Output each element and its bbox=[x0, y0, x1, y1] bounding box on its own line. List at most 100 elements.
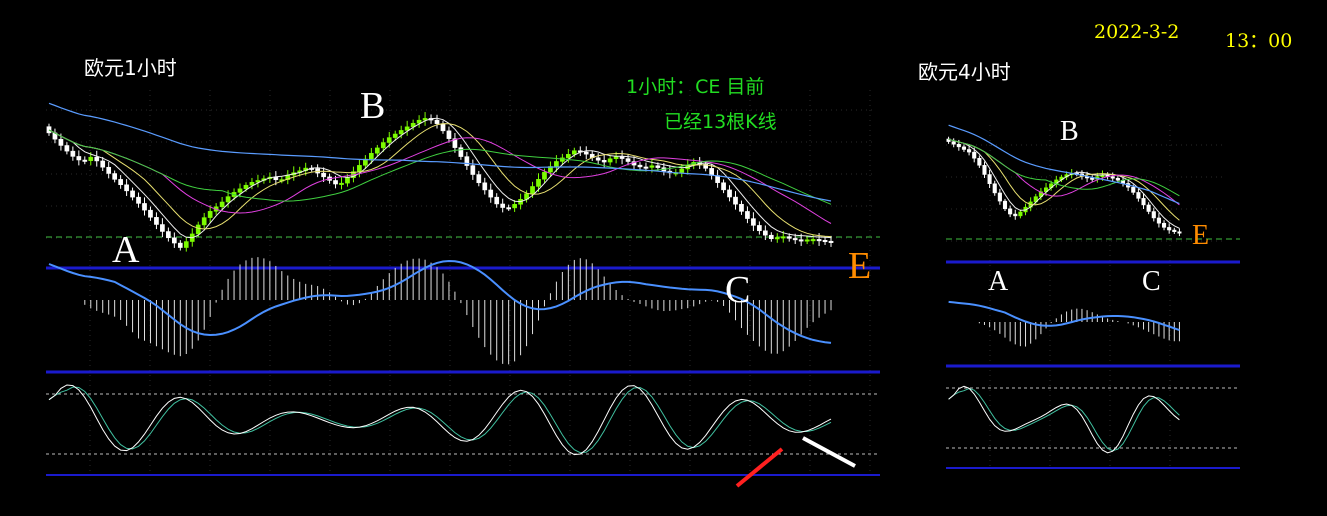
h1-candle-body bbox=[237, 188, 243, 193]
h1-candle-body bbox=[792, 238, 798, 241]
h1-kdj-panel bbox=[48, 384, 832, 456]
h1-candle-body bbox=[751, 218, 756, 226]
up-arrow-red bbox=[735, 447, 784, 488]
h1-candle-body bbox=[225, 196, 231, 203]
h1-candle-body bbox=[583, 151, 589, 155]
h1-candle-body bbox=[201, 217, 207, 226]
h1-candle-body bbox=[219, 201, 225, 207]
h1-macd-line bbox=[48, 259, 832, 344]
h1-candle-body bbox=[446, 130, 452, 139]
h4-candle-body bbox=[1151, 211, 1156, 219]
h1-candle-body bbox=[374, 147, 380, 154]
h1-candle-body bbox=[58, 138, 64, 146]
h1-candle-body bbox=[177, 242, 183, 248]
h4-candle-body bbox=[1008, 208, 1013, 215]
h4-candle-body bbox=[951, 141, 956, 145]
h1-candle-body bbox=[70, 150, 76, 157]
h1-ma-line bbox=[48, 129, 832, 205]
h1-candle-body bbox=[512, 204, 517, 209]
h1-candle-body bbox=[464, 156, 470, 166]
h1-candle-body bbox=[530, 186, 535, 194]
h1-candle-body bbox=[76, 156, 82, 161]
h1-candle-body bbox=[571, 150, 577, 155]
h4-candle-body bbox=[1115, 178, 1120, 181]
h4-candle-body bbox=[1136, 192, 1141, 199]
h1-candle-body bbox=[160, 224, 165, 232]
h1-candle-body bbox=[816, 239, 822, 242]
h4-point-A: A bbox=[988, 266, 1009, 297]
h1-candle-body bbox=[768, 234, 774, 240]
h1-candle-body bbox=[82, 159, 88, 162]
h1-candle-body bbox=[88, 156, 94, 161]
h4-kdj-panel bbox=[948, 385, 1180, 454]
h1-candle-body bbox=[500, 203, 506, 208]
h1-point-B: B bbox=[360, 85, 386, 127]
h4-candle-body bbox=[1013, 213, 1018, 217]
h4-candle-body bbox=[956, 143, 961, 148]
h1-kdj-line bbox=[48, 386, 832, 454]
h4-candle-body bbox=[977, 157, 982, 166]
h4-ma-line bbox=[948, 138, 1180, 229]
h1-candle-body bbox=[470, 165, 476, 175]
h4-chart-title: 欧元4小时 bbox=[918, 60, 1011, 84]
h4-candle-body bbox=[961, 146, 967, 150]
h1-candle-body bbox=[345, 177, 350, 184]
note-line-1: 1小时：CE 目前 bbox=[626, 76, 765, 98]
h1-candle-body bbox=[613, 156, 619, 160]
h1-candle-body bbox=[536, 179, 541, 187]
h1-candle-body bbox=[739, 203, 744, 212]
h1-candle-body bbox=[154, 217, 159, 225]
h1-candle-body bbox=[566, 154, 571, 159]
h1-ma-line bbox=[48, 129, 832, 224]
h1-candle-body bbox=[183, 241, 189, 248]
h1-candle-body bbox=[494, 196, 500, 205]
h1-candle-body bbox=[828, 240, 834, 243]
date-label: 2022-3-2 bbox=[1094, 21, 1180, 43]
h1-candle-body bbox=[798, 239, 804, 242]
h4-candle-body bbox=[1002, 200, 1008, 210]
time-label: 13：00 bbox=[1225, 30, 1293, 52]
h1-ma-line bbox=[48, 123, 832, 238]
h1-candle-body bbox=[780, 236, 786, 239]
h1-candle-body bbox=[595, 157, 601, 161]
down-arrow-white bbox=[802, 436, 856, 468]
h1-candle-body bbox=[458, 147, 464, 157]
h1-candle-body bbox=[148, 209, 153, 218]
h1-candle-body bbox=[142, 203, 147, 211]
h1-candle-body bbox=[757, 225, 762, 232]
h1-candle-body bbox=[619, 156, 625, 159]
h1-candle-body bbox=[482, 182, 488, 191]
h4-point-E: E bbox=[1192, 220, 1210, 251]
h1-candle-body bbox=[112, 173, 117, 180]
h4-candle-body bbox=[1167, 227, 1172, 231]
h4-candle-body bbox=[1172, 229, 1177, 232]
h4-candle-body bbox=[1146, 204, 1151, 212]
h1-candle-body bbox=[774, 237, 780, 240]
h1-candle-body bbox=[321, 172, 326, 178]
h1-candle-body bbox=[273, 176, 279, 181]
trend-arrows bbox=[735, 436, 856, 488]
h1-candle-body bbox=[207, 211, 213, 218]
h1-candle-body bbox=[94, 156, 100, 162]
h4-candle-body bbox=[972, 151, 977, 159]
h1-point-C: C bbox=[725, 269, 751, 311]
h4-candle-body bbox=[982, 165, 987, 175]
h1-candle-body bbox=[243, 184, 249, 190]
h1-candle-body bbox=[136, 196, 141, 204]
h1-candle-body bbox=[333, 180, 338, 185]
h1-candle-body bbox=[339, 182, 344, 185]
h1-candle-body bbox=[709, 168, 714, 176]
h1-candle-body bbox=[763, 230, 768, 236]
h4-candle-body bbox=[1156, 217, 1161, 224]
h1-candle-body bbox=[195, 224, 201, 235]
h4-candle-body bbox=[997, 192, 1002, 202]
h4-candle-body bbox=[1110, 176, 1115, 179]
h4-point-B: B bbox=[1060, 116, 1079, 147]
h4-candle-body bbox=[1141, 198, 1146, 206]
h4-candle-body bbox=[967, 149, 972, 153]
h1-candle-body bbox=[434, 119, 440, 124]
h4-kdj-line bbox=[948, 385, 1180, 454]
h1-candle-body bbox=[166, 231, 171, 239]
h1-candle-body bbox=[679, 168, 685, 173]
h1-candle-body bbox=[46, 126, 52, 134]
